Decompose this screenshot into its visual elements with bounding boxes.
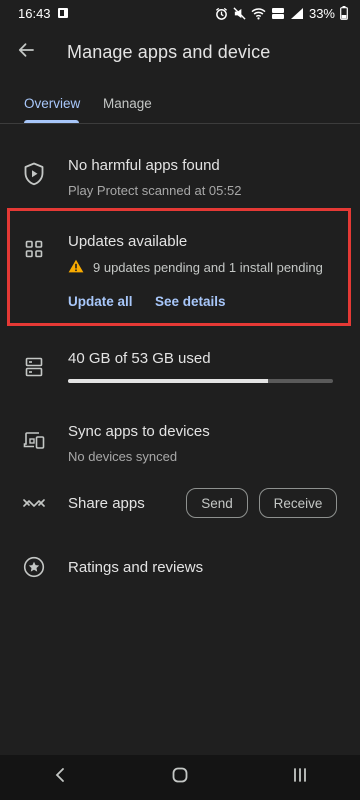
recents-icon	[292, 767, 308, 788]
star-outline-icon	[22, 555, 46, 579]
updates-title[interactable]: Updates available	[68, 233, 187, 250]
sync-title[interactable]: Sync apps to devices	[68, 423, 210, 440]
tab-bar: Overview Manage	[0, 84, 360, 124]
share-apps-icon	[22, 491, 46, 515]
battery-icon	[340, 6, 348, 20]
notification-icon	[57, 7, 69, 19]
share-title: Share apps	[68, 495, 145, 512]
alarm-icon	[215, 7, 228, 20]
updates-warning: 9 updates pending and 1 install pending	[68, 259, 323, 276]
protect-title[interactable]: No harmful apps found	[68, 157, 220, 174]
chevron-left-icon	[54, 767, 66, 788]
update-all-button[interactable]: Update all	[68, 294, 133, 309]
signal-icon	[290, 7, 304, 20]
system-nav-bar	[0, 755, 360, 800]
ratings-title[interactable]: Ratings and reviews	[68, 559, 203, 576]
nav-back-button[interactable]	[30, 755, 90, 800]
status-bar: 16:43 33%	[0, 0, 360, 26]
wifi-icon	[251, 7, 266, 20]
storage-title[interactable]: 40 GB of 53 GB used	[68, 350, 211, 367]
app-bar: Manage apps and device	[0, 26, 360, 78]
play-protect-shield-icon	[22, 162, 46, 186]
tab-manage[interactable]: Manage	[103, 84, 152, 123]
volte-icon	[271, 7, 285, 20]
screen: 16:43 33% Manage apps and device Overvie…	[0, 0, 360, 800]
storage-icon	[22, 355, 46, 379]
back-button[interactable]	[0, 26, 52, 78]
sync-subtitle: No devices synced	[68, 449, 178, 464]
mute-icon	[233, 6, 246, 20]
page-title: Manage apps and device	[67, 41, 271, 62]
see-details-button[interactable]: See details	[155, 294, 226, 309]
apps-grid-icon	[22, 237, 46, 261]
protect-subtitle: Play Protect scanned at 05:52	[68, 183, 242, 198]
nav-recents-button[interactable]	[270, 755, 330, 800]
nav-home-button[interactable]	[150, 755, 210, 800]
warning-icon	[68, 259, 84, 276]
tab-indicator	[24, 120, 79, 123]
updates-warning-text: 9 updates pending and 1 install pending	[93, 260, 323, 275]
receive-button[interactable]: Receive	[259, 488, 337, 518]
devices-icon	[22, 428, 46, 452]
send-button[interactable]: Send	[186, 488, 248, 518]
storage-progress-bar	[68, 379, 333, 383]
status-time: 16:43	[18, 5, 51, 21]
battery-percent: 33%	[308, 5, 335, 21]
home-icon	[172, 767, 188, 788]
arrow-back-icon	[17, 41, 35, 64]
tab-overview[interactable]: Overview	[24, 84, 80, 123]
storage-progress-fill	[68, 379, 269, 383]
